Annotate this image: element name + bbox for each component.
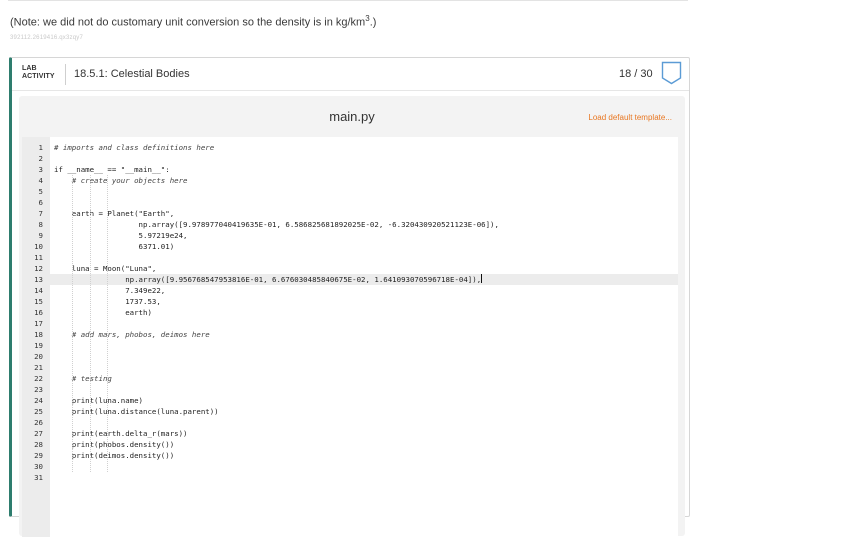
code-text: if __name__ == "__main__": [54, 165, 170, 174]
code-line[interactable]: 9 5.97219e24, [22, 230, 678, 241]
line-number: 5 [38, 187, 43, 196]
code-text: 5.97219e24, [54, 231, 188, 240]
line-number: 16 [34, 308, 43, 317]
line-number: 31 [34, 473, 43, 482]
code-line[interactable]: 15 1737.53, [22, 296, 678, 307]
code-line[interactable]: 11 [22, 252, 678, 263]
line-number: 9 [38, 231, 43, 240]
line-number: 24 [34, 396, 43, 405]
code-line[interactable]: 3 if __name__ == "__main__": [22, 164, 678, 175]
lab-activity-tag: LAB ACTIVITY [22, 65, 62, 81]
line-number: 7 [38, 209, 43, 218]
code-line[interactable]: 24 print(luna.name) [22, 395, 678, 406]
line-number: 15 [34, 297, 43, 306]
line-number: 14 [34, 286, 43, 295]
code-line[interactable]: 22 # testing [22, 373, 678, 384]
code-line[interactable]: 5 [22, 186, 678, 197]
indent-guide [89, 175, 91, 472]
editor-filename: main.py [329, 109, 375, 124]
line-number: 11 [34, 253, 43, 262]
note-suffix: .) [369, 16, 377, 29]
code-line[interactable]: 23 [22, 384, 678, 395]
line-number: 6 [38, 198, 43, 207]
code-line[interactable]: 4 # create your objects here [22, 175, 678, 186]
code-text: np.array([9.978977040419635E-01, 6.58682… [54, 220, 499, 229]
watermark-id: 392112.2619416.qx3zqy7 [10, 35, 84, 41]
code-line[interactable]: 29 print(deimos.density()) [22, 450, 678, 461]
line-number: 10 [34, 242, 43, 251]
code-line[interactable]: 10 6371.01) [22, 241, 678, 252]
code-editor-container: main.py Load default template... 1 # impo… [19, 96, 685, 537]
code-line[interactable]: 14 7.349e22, [22, 285, 678, 296]
code-editor[interactable]: 1 # imports and class definitions here 2 3 i… [22, 137, 678, 537]
header-separator [65, 64, 66, 85]
line-number: 3 [38, 165, 43, 174]
line-number: 4 [38, 176, 43, 185]
code-text: np.array([9.956768547953816E-01, 6.67603… [54, 274, 483, 284]
line-number: 17 [34, 319, 43, 328]
lab-tag-line2: ACTIVITY [22, 73, 55, 80]
text-cursor [481, 274, 483, 283]
code-line[interactable]: 17 [22, 318, 678, 329]
code-text: print(earth.delta_r(mars)) [54, 429, 188, 438]
lab-score: 18 / 30 [619, 68, 653, 80]
code-line[interactable]: 12 luna = Moon("Luna", [22, 263, 678, 274]
line-number: 21 [34, 363, 43, 372]
code-line[interactable]: 7 earth = Planet("Earth", [22, 208, 678, 219]
top-divider [8, 0, 688, 1]
line-number: 2 [38, 154, 43, 163]
code-line[interactable]: 26 [22, 417, 678, 428]
code-line[interactable]: 16 earth) [22, 307, 678, 318]
line-number: 13 [34, 275, 43, 284]
code-text: luna = Moon("Luna", [54, 264, 157, 273]
lab-header: LAB ACTIVITY 18.5.1: Celestial Bodies 18… [12, 58, 689, 91]
lab-activity-panel: LAB ACTIVITY 18.5.1: Celestial Bodies 18… [9, 57, 690, 537]
code-text: print(luna.name) [54, 396, 143, 405]
line-number: 27 [34, 429, 43, 438]
indent-guide [71, 175, 73, 472]
density-note: (Note: we did not do customary unit conv… [10, 14, 376, 29]
line-number: 22 [34, 374, 43, 383]
code-line[interactable]: 18 # add mars, phobos, deimos here [22, 329, 678, 340]
code-line[interactable]: 2 [22, 153, 678, 164]
code-line[interactable]: 1 # imports and class definitions here [22, 142, 678, 153]
code-line[interactable]: 19 [22, 340, 678, 351]
note-text: (Note: we did not do customary unit conv… [10, 16, 366, 29]
lab-title: 18.5.1: Celestial Bodies [74, 68, 190, 80]
load-default-template-link[interactable]: Load default template... [588, 113, 672, 122]
line-number: 28 [34, 440, 43, 449]
line-number: 18 [34, 330, 43, 339]
code-line[interactable]: 8 np.array([9.978977040419635E-01, 6.586… [22, 219, 678, 230]
code-line[interactable]: 20 [22, 351, 678, 362]
code-text: # testing [54, 374, 112, 383]
code-line[interactable]: 27 print(earth.delta_r(mars)) [22, 428, 678, 439]
code-text: # create your objects here [54, 176, 188, 185]
lab-tag-line1: LAB [22, 65, 37, 72]
line-number: 29 [34, 451, 43, 460]
code-line[interactable]: 21 [22, 362, 678, 373]
line-number: 1 [38, 143, 43, 152]
line-number: 26 [34, 418, 43, 427]
line-number: 25 [34, 407, 43, 416]
code-line[interactable]: 25 print(luna.distance(luna.parent)) [22, 406, 678, 417]
code-text: # add mars, phobos, deimos here [54, 330, 210, 339]
code-text: earth) [54, 308, 152, 317]
code-text: # imports and class definitions here [54, 143, 215, 152]
line-number: 30 [34, 462, 43, 471]
code-line[interactable]: 28 print(phobos.density()) [22, 439, 678, 450]
line-number: 23 [34, 385, 43, 394]
score-badge-icon [661, 61, 682, 85]
indent-guide [107, 175, 109, 472]
code-line[interactable]: 13 np.array([9.956768547953816E-01, 6.67… [22, 274, 678, 285]
code-line[interactable]: 30 [22, 461, 678, 472]
code-text: print(luna.distance(luna.parent)) [54, 407, 219, 416]
line-number: 12 [34, 264, 43, 273]
code-line[interactable]: 31 [22, 472, 678, 483]
line-number: 8 [38, 220, 43, 229]
code-text: 7.349e22, [54, 286, 166, 295]
line-number: 19 [34, 341, 43, 350]
line-number: 20 [34, 352, 43, 361]
code-line[interactable]: 6 [22, 197, 678, 208]
